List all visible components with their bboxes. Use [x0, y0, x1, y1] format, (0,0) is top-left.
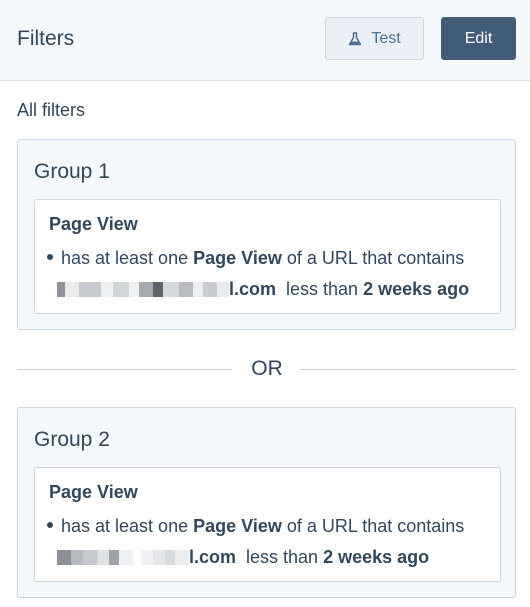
redacted-url — [57, 282, 229, 298]
panel-title: Filters — [17, 27, 75, 50]
filter-title: Page View — [49, 214, 138, 234]
filter-event: Page View — [193, 248, 282, 268]
edit-button[interactable]: Edit — [441, 17, 516, 60]
filter-group-1: Group 1 Page View has at least one Page … — [17, 139, 516, 330]
filter-condition: l.com less than 2 weeks ago — [57, 547, 429, 568]
filter-middle: of a URL that contains — [286, 248, 465, 268]
or-separator: OR — [17, 356, 516, 382]
filter-description: has at least one Page View of a URL that… — [47, 516, 464, 537]
filter-middle: of a URL that contains — [286, 516, 465, 536]
flask-icon — [349, 31, 362, 45]
filter-event: Page View — [193, 516, 282, 536]
group-title: Group 1 — [34, 160, 110, 183]
divider — [300, 369, 516, 370]
filter-title: Page View — [49, 482, 138, 502]
filter-relation: less than — [246, 547, 319, 567]
divider — [17, 369, 232, 370]
filter-description: has at least one Page View of a URL that… — [47, 248, 464, 269]
url-suffix: l.com — [229, 279, 277, 299]
filter-condition: l.com less than 2 weeks ago — [57, 279, 469, 300]
filter-group-2: Group 2 Page View has at least one Page … — [17, 407, 516, 598]
url-suffix: l.com — [189, 547, 237, 567]
bullet-icon — [47, 522, 53, 529]
filter-prefix: has at least one — [61, 516, 189, 536]
test-button-label: Test — [371, 29, 401, 47]
redacted-url — [57, 550, 189, 566]
filter-relation: less than — [286, 279, 359, 299]
filters-header: Filters Test Edit — [0, 0, 530, 81]
filter-timeframe: 2 weeks ago — [363, 279, 470, 299]
all-filters-heading: All filters — [17, 100, 86, 120]
or-label: OR — [251, 357, 283, 380]
filter-card: Page View has at least one Page View of … — [34, 467, 501, 582]
filter-card: Page View has at least one Page View of … — [34, 199, 501, 314]
bullet-icon — [47, 254, 53, 261]
group-title: Group 2 — [34, 428, 110, 451]
test-button[interactable]: Test — [325, 17, 424, 60]
filter-timeframe: 2 weeks ago — [323, 547, 430, 567]
filter-prefix: has at least one — [61, 248, 189, 268]
